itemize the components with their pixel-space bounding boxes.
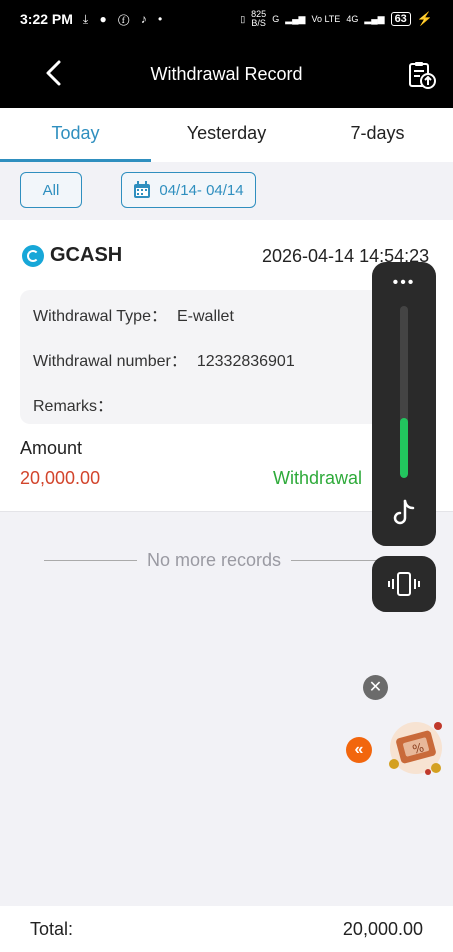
total-label: Total: (30, 918, 74, 939)
status-bar: 3:22 PM ⤓ ● ⓕ ♪ • ▯ 825 B/S G ▂▄▆ Vo LTE… (0, 0, 453, 38)
all-filter-button[interactable]: All (20, 172, 82, 208)
remarks-label: Remarks： (33, 398, 114, 415)
clipboard-upload-icon[interactable] (407, 60, 437, 90)
more-options-icon[interactable]: ••• (372, 274, 436, 292)
app-header: Withdrawal Record (0, 38, 453, 108)
page-title: Withdrawal Record (150, 64, 303, 84)
status-time: 3:22 PM (20, 11, 73, 27)
filter-bar: All 04/14- 04/14 (0, 162, 453, 220)
date-tabs: Today Yesterday 7-days (0, 108, 453, 162)
signal-icon: ▂▄▆ (285, 13, 306, 24)
calendar-icon (134, 181, 151, 198)
tab-7-days[interactable]: 7-days (302, 108, 453, 162)
tab-today[interactable]: Today (0, 108, 151, 162)
vibrate-icon (388, 572, 420, 596)
withdrawal-number-label: Withdrawal number： (33, 353, 187, 370)
withdrawal-type-value: E-wallet (176, 308, 234, 325)
volume-slider-fill (400, 417, 408, 478)
withdrawal-number-row: Withdrawal number： 12332836901 (33, 347, 295, 371)
withdrawal-type-label: Withdrawal Type： (33, 308, 167, 325)
close-promo-icon[interactable]: ✕ (363, 675, 388, 700)
no-more-records: No more records (44, 550, 385, 571)
volte-label: Vo LTE (311, 14, 341, 24)
payment-method-name: GCASH (50, 244, 123, 266)
volume-slider[interactable] (400, 306, 408, 478)
record-status: Withdrawal (273, 468, 363, 488)
amount-value: 20,000.00 (20, 468, 101, 488)
vibrate-icon: ▯ (240, 13, 246, 24)
charging-icon: ⚡ (416, 11, 433, 26)
date-range-button[interactable]: 04/14- 04/14 (121, 172, 256, 208)
withdrawal-number-value: 12332836901 (196, 353, 295, 370)
signal-icon-2: ▂▄▆ (364, 13, 385, 24)
tiktok-icon[interactable] (390, 498, 418, 528)
withdrawal-type-row: Withdrawal Type： E-wallet (33, 302, 234, 326)
signal-label: G (272, 14, 280, 24)
battery-icon: 63 (390, 12, 411, 26)
total-bar: Total: 20,000.00 (0, 906, 453, 952)
tab-yesterday[interactable]: Yesterday (151, 108, 302, 162)
no-more-records-text: No more records (146, 550, 282, 570)
double-chevron-left-icon[interactable]: « (346, 737, 372, 763)
total-value: 20,000.00 (342, 918, 423, 939)
amount-label: Amount (20, 438, 83, 458)
payment-method: GCASH (22, 244, 122, 267)
divider-right (291, 560, 385, 561)
gcash-logo-icon (22, 244, 44, 267)
remarks-row: Remarks： (33, 392, 123, 416)
notification-icons: ⤓ ● ⓕ ♪ • (82, 11, 167, 26)
promo-gift-icon[interactable]: % (384, 712, 448, 780)
date-range-text: 04/14- 04/14 (159, 181, 244, 199)
vibrate-toggle[interactable] (372, 556, 436, 612)
net-speed: 825 B/S (251, 9, 267, 28)
floating-volume-panel[interactable]: ••• (372, 262, 436, 546)
status-right: ▯ 825 B/S G ▂▄▆ Vo LTE 4G ▂▄▆ 63 ⚡ (240, 10, 433, 28)
network-label: 4G (346, 14, 359, 24)
divider-left (44, 560, 137, 561)
